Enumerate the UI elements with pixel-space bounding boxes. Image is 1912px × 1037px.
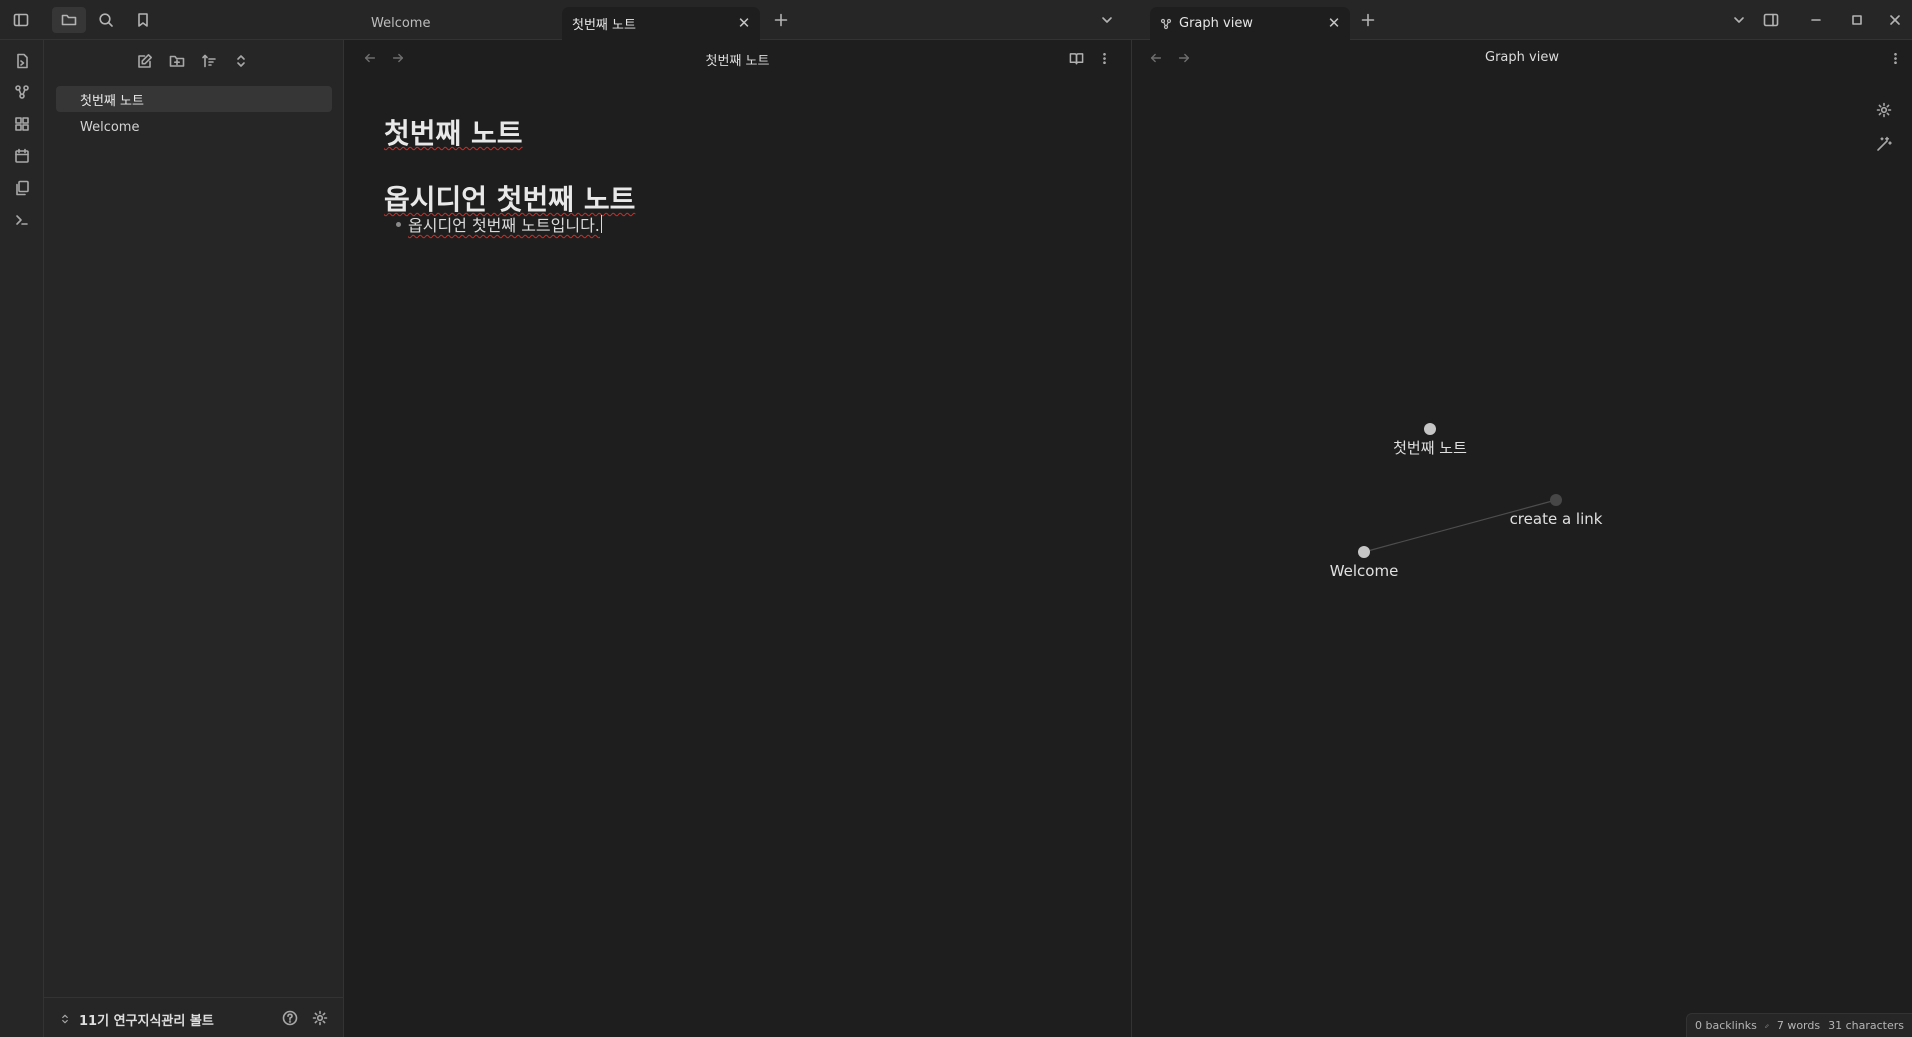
graph-node-label: 첫번째 노트: [1393, 439, 1467, 457]
file-item-label: 첫번째 노트: [80, 93, 144, 109]
text-caret: [600, 215, 602, 233]
new-folder-icon[interactable]: [166, 50, 188, 72]
graph-node-label: create a link: [1510, 510, 1603, 528]
window-close-icon[interactable]: [1883, 8, 1907, 32]
editor-header: 첫번째 노트: [344, 40, 1131, 76]
ribbon: [0, 40, 44, 1037]
new-tab-plus-icon[interactable]: [1356, 8, 1380, 32]
tab-first-note[interactable]: 첫번째 노트 ✕: [562, 7, 760, 40]
file-item-welcome[interactable]: Welcome: [56, 114, 332, 140]
tab-label: Graph view: [1179, 16, 1253, 31]
bullet-dot: [396, 221, 401, 227]
new-tab-plus-icon[interactable]: [769, 8, 793, 32]
chevron-down-icon[interactable]: [1095, 8, 1119, 32]
graph-view-icon[interactable]: [11, 81, 33, 103]
heading-text: 첫번째 노트: [384, 117, 523, 150]
file-item-first-note[interactable]: 첫번째 노트: [56, 86, 332, 112]
reading-view-book-icon[interactable]: [1066, 48, 1086, 68]
folder-icon[interactable]: [52, 7, 86, 33]
vault-footer: 11기 연구지식관리 볼트: [44, 997, 344, 1037]
maximize-icon[interactable]: [1845, 8, 1869, 32]
backlinks-count[interactable]: 0 backlinks: [1695, 1019, 1757, 1032]
bullet-text: 옵시디언 첫번째 노트입니다.: [408, 216, 600, 235]
canvas-icon[interactable]: [11, 113, 33, 135]
vault-name[interactable]: 11기 연구지식관리 볼트: [79, 1010, 214, 1029]
sort-icon[interactable]: [198, 50, 220, 72]
settings-gear-icon[interactable]: [309, 1007, 331, 1029]
file-item-label: Welcome: [80, 119, 140, 135]
editor-pane: 첫번째 노트 첫번째 노트 옵시디언 첫번째 노트 옵시디언 첫번째 노트입니다…: [344, 40, 1132, 1037]
close-icon[interactable]: ✕: [1326, 14, 1342, 32]
graph-node-label: Welcome: [1330, 562, 1399, 580]
graph-node[interactable]: [1550, 494, 1562, 506]
title-bar: Welcome 첫번째 노트 ✕ Graph view ✕: [0, 0, 1912, 40]
new-note-icon[interactable]: [134, 50, 156, 72]
sidebar-toggle-icon[interactable]: [9, 8, 33, 32]
graph-node[interactable]: [1358, 546, 1370, 558]
tab-welcome[interactable]: Welcome: [361, 7, 557, 40]
help-icon[interactable]: [279, 1007, 301, 1029]
command-palette-icon[interactable]: [11, 209, 33, 231]
minimize-icon[interactable]: [1804, 8, 1828, 32]
more-options-icon[interactable]: [1094, 48, 1114, 68]
graph-icon: [1160, 18, 1172, 30]
graph-node[interactable]: [1424, 423, 1436, 435]
tab-label: 첫번째 노트: [572, 18, 636, 33]
daily-note-icon[interactable]: [11, 145, 33, 167]
editor-title[interactable]: 첫번째 노트: [344, 50, 1131, 69]
templates-icon[interactable]: [11, 177, 33, 199]
file-explorer-sidebar: 첫번째 노트 Welcome 11기 연구지식관리 볼트: [44, 40, 344, 1037]
layout-icon[interactable]: [1759, 8, 1783, 32]
chevron-down-icon[interactable]: [1727, 8, 1751, 32]
search-icon[interactable]: [94, 8, 118, 32]
close-icon[interactable]: ✕: [736, 14, 752, 32]
tab-graph-view[interactable]: Graph view ✕: [1150, 7, 1350, 40]
expand-collapse-icon[interactable]: [230, 50, 252, 72]
bookmark-icon[interactable]: [131, 8, 155, 32]
note-heading-1[interactable]: 첫번째 노트: [384, 112, 523, 152]
vault-switch-chevron-icon[interactable]: [54, 1008, 76, 1030]
open-quick-switcher-icon[interactable]: [11, 50, 33, 72]
graph-view-pane: Graph view 첫번째 노트 create a link Welcome: [1132, 40, 1912, 1037]
graph-canvas[interactable]: 첫번째 노트 create a link Welcome: [1132, 40, 1912, 1037]
character-count: 31 characters: [1828, 1019, 1904, 1032]
tab-label: Welcome: [371, 16, 431, 31]
note-bullet-item[interactable]: 옵시디언 첫번째 노트입니다.: [396, 212, 602, 236]
edit-pencil-icon[interactable]: [1765, 1020, 1769, 1032]
word-count: 7 words: [1776, 1019, 1821, 1032]
status-bar: 0 backlinks 7 words 31 characters: [1686, 1013, 1912, 1037]
